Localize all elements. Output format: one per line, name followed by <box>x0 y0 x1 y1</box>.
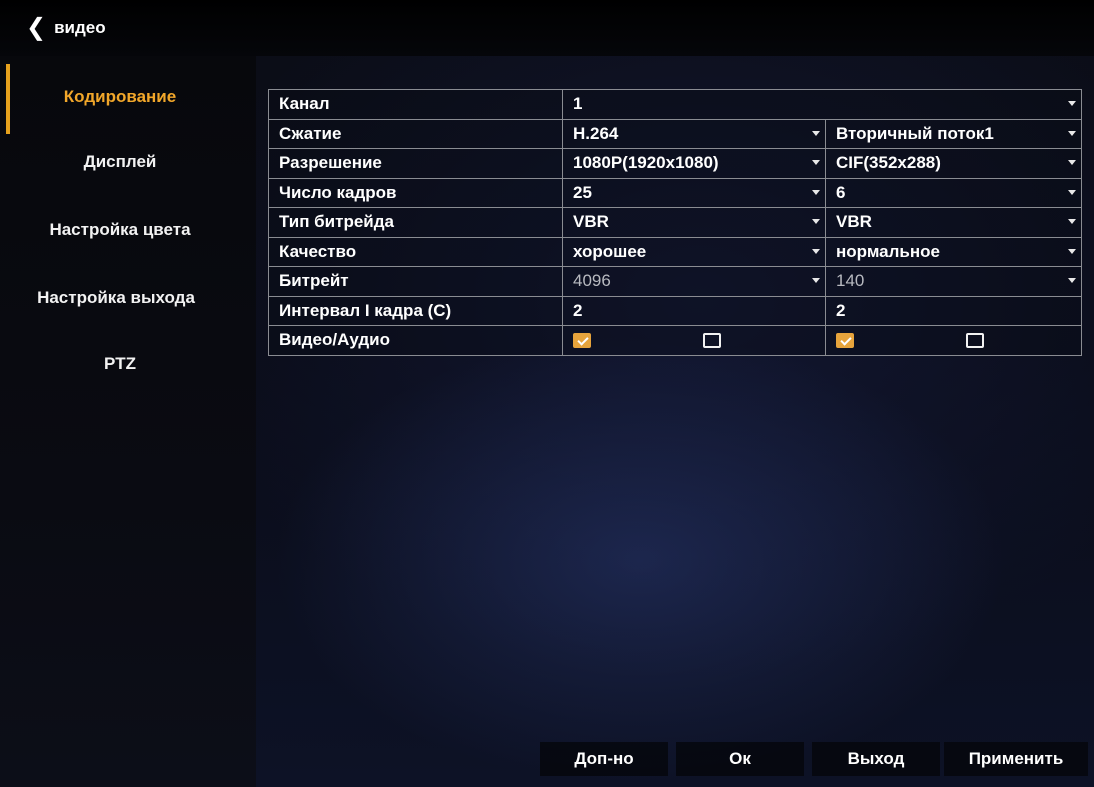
compression-label: Сжатие <box>268 118 563 149</box>
sub-framerate-select[interactable]: 6 <box>825 177 1082 208</box>
main-video-audio-cell <box>562 325 826 356</box>
main-compression-select[interactable]: H.264 <box>562 118 826 149</box>
back-label: видео <box>54 18 106 37</box>
table-row: Качество хорошее нормальное <box>268 236 1082 267</box>
substream-select[interactable]: Вторичный поток1 <box>825 118 1082 149</box>
table-row: Интервал I кадра (С) 2 2 <box>268 295 1082 326</box>
sidebar-item-ptz[interactable]: PTZ <box>0 354 240 374</box>
encoding-table: Канал 1 Сжатие H.264 Вторичный поток1 Ра… <box>268 89 1082 356</box>
sidebar-item-encoding[interactable]: Кодирование <box>0 87 240 107</box>
sub-video-audio-cell <box>825 325 1082 356</box>
dropdown-arrow-icon <box>1068 219 1076 225</box>
sub-video-checkbox[interactable] <box>836 332 854 348</box>
sub-resolution-value: CIF(352x288) <box>836 153 941 173</box>
video-audio-label: Видео/Аудио <box>268 325 563 356</box>
dropdown-arrow-icon <box>812 278 820 284</box>
main-bitrate-select[interactable]: 4096 <box>562 266 826 297</box>
sub-quality-select[interactable]: нормальное <box>825 236 1082 267</box>
chevron-left-icon: ❮ <box>26 14 47 41</box>
main-iframe-interval-input[interactable]: 2 <box>562 295 826 326</box>
main-compression-value: H.264 <box>573 123 619 143</box>
table-row: Битрейт 4096 140 <box>268 266 1082 297</box>
channel-label: Канал <box>268 89 563 120</box>
sub-bitrate-value: 140 <box>836 271 865 291</box>
table-row: Сжатие H.264 Вторичный поток1 <box>268 118 1082 149</box>
exit-button[interactable]: Выход <box>812 742 940 776</box>
channel-value: 1 <box>573 94 583 114</box>
sub-bitrate-type-value: VBR <box>836 212 872 232</box>
sub-quality-value: нормальное <box>836 241 940 261</box>
main-resolution-value: 1080P(1920x1080) <box>573 153 719 173</box>
ok-button[interactable]: Ок <box>676 742 804 776</box>
sub-audio-checkbox[interactable] <box>966 332 984 348</box>
dropdown-arrow-icon <box>812 248 820 254</box>
dropdown-arrow-icon <box>812 189 820 195</box>
channel-select[interactable]: 1 <box>562 89 1082 120</box>
sub-bitrate-type-select[interactable]: VBR <box>825 207 1082 238</box>
resolution-label: Разрешение <box>268 148 563 179</box>
sidebar-item-color-settings[interactable]: Настройка цвета <box>0 220 240 240</box>
dropdown-arrow-icon <box>812 130 820 136</box>
table-row: Видео/Аудио <box>268 325 1082 356</box>
table-row: Канал 1 <box>268 89 1082 120</box>
main-video-checkbox[interactable] <box>573 332 591 348</box>
sub-iframe-interval-value: 2 <box>836 300 846 320</box>
dropdown-arrow-icon <box>1068 189 1076 195</box>
main-quality-select[interactable]: хорошее <box>562 236 826 267</box>
main-framerate-value: 25 <box>573 182 592 202</box>
advanced-button[interactable]: Доп-но <box>540 742 668 776</box>
sub-resolution-select[interactable]: CIF(352x288) <box>825 148 1082 179</box>
substream-value: Вторичный поток1 <box>836 123 994 143</box>
bitrate-label: Битрейт <box>268 266 563 297</box>
sidebar: Кодирование Дисплей Настройка цвета Наст… <box>0 56 256 787</box>
dropdown-arrow-icon <box>1068 278 1076 284</box>
dropdown-arrow-icon <box>812 160 820 166</box>
dropdown-arrow-icon <box>1068 101 1076 107</box>
sub-framerate-value: 6 <box>836 182 846 202</box>
dropdown-arrow-icon <box>1068 130 1076 136</box>
sidebar-item-output-settings[interactable]: Настройка выхода <box>0 288 236 308</box>
quality-label: Качество <box>268 236 563 267</box>
sidebar-item-display[interactable]: Дисплей <box>0 152 240 172</box>
main-bitrate-type-select[interactable]: VBR <box>562 207 826 238</box>
dropdown-arrow-icon <box>1068 248 1076 254</box>
dropdown-arrow-icon <box>812 219 820 225</box>
back-button[interactable]: ❮ видео <box>26 14 106 42</box>
bitrate-type-label: Тип битрейда <box>268 207 563 238</box>
table-row: Тип битрейда VBR VBR <box>268 207 1082 238</box>
main-bitrate-value: 4096 <box>573 271 611 291</box>
main-iframe-interval-value: 2 <box>573 300 583 320</box>
main-quality-value: хорошее <box>573 241 647 261</box>
apply-button[interactable]: Применить <box>944 742 1088 776</box>
table-row: Число кадров 25 6 <box>268 177 1082 208</box>
main-bitrate-type-value: VBR <box>573 212 609 232</box>
sub-iframe-interval-input[interactable]: 2 <box>825 295 1082 326</box>
sub-bitrate-select[interactable]: 140 <box>825 266 1082 297</box>
top-bar: ❮ видео <box>0 0 1094 56</box>
table-row: Разрешение 1080P(1920x1080) CIF(352x288) <box>268 148 1082 179</box>
main-resolution-select[interactable]: 1080P(1920x1080) <box>562 148 826 179</box>
main-audio-checkbox[interactable] <box>703 332 721 348</box>
dropdown-arrow-icon <box>1068 160 1076 166</box>
framerate-label: Число кадров <box>268 177 563 208</box>
iframe-interval-label: Интервал I кадра (С) <box>268 295 563 326</box>
main-framerate-select[interactable]: 25 <box>562 177 826 208</box>
